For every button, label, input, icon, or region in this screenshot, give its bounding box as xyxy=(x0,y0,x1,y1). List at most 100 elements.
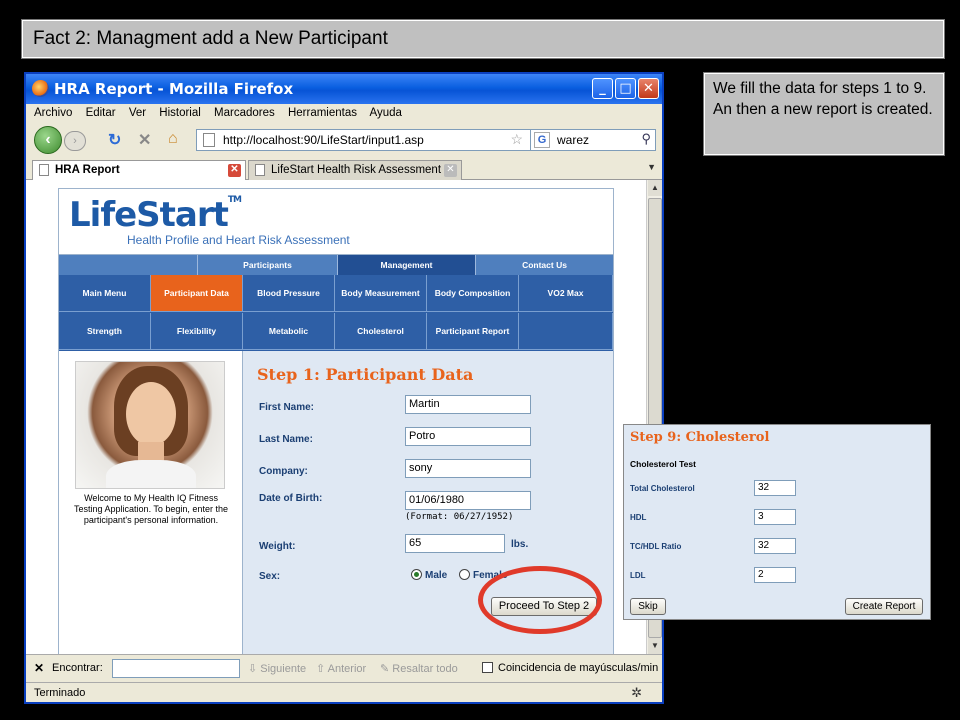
site-header: LifeStartTM Health Profile and Heart Ris… xyxy=(59,189,613,255)
annotation-note: We fill the data for steps 1 to 9. An th… xyxy=(703,72,945,156)
dob-label: Date of Birth: xyxy=(259,493,323,504)
weight-unit: lbs. xyxy=(511,539,529,550)
nav-participant-data[interactable]: Participant Data xyxy=(151,275,243,312)
dob-field[interactable]: 01/06/1980 xyxy=(405,491,531,510)
status-bar: Terminado ✲ xyxy=(26,682,662,702)
find-next-button[interactable]: ⇩ Siguiente xyxy=(248,662,306,675)
nav-blood-pressure[interactable]: Blood Pressure xyxy=(243,275,335,312)
close-tab-icon[interactable]: ✕ xyxy=(444,164,457,177)
search-engine-icon[interactable]: G xyxy=(534,132,550,148)
tab-label: HRA Report xyxy=(55,164,120,176)
tab-label: LifeStart Health Risk Assessment xyxy=(271,164,442,176)
step9-panel: Step 9: Cholesterol Cholesterol Test Tot… xyxy=(623,424,931,620)
menu-marcadores[interactable]: Marcadores xyxy=(214,107,275,119)
first-name-label: First Name: xyxy=(259,402,315,413)
nav-flexibility[interactable]: Flexibility xyxy=(151,313,243,350)
nav-main-menu[interactable]: Main Menu xyxy=(59,275,151,312)
weight-label: Weight: xyxy=(259,541,296,552)
tc-hdl-ratio-field[interactable]: 32 xyxy=(754,538,796,554)
company-label: Company: xyxy=(259,466,308,477)
tab-lifestart[interactable]: LifeStart Health Risk Assessment ✕ xyxy=(248,160,462,180)
url-text: http://localhost:90/LifeStart/input1.asp xyxy=(223,133,424,147)
ldl-field[interactable]: 2 xyxy=(754,567,796,583)
menu-historial[interactable]: Historial xyxy=(159,107,201,119)
bookmark-star-icon[interactable]: ☆ xyxy=(510,131,523,148)
total-cholesterol-field[interactable]: 32 xyxy=(754,480,796,496)
minimize-button[interactable]: _ xyxy=(592,78,613,99)
weight-field[interactable]: 65 xyxy=(405,534,505,553)
search-box[interactable]: G warez ⚲ xyxy=(530,129,656,151)
skip-button[interactable]: Skip xyxy=(630,598,666,615)
window-title: HRA Report - Mozilla Firefox xyxy=(54,80,294,98)
nav-metabolic[interactable]: Metabolic xyxy=(243,313,335,350)
find-label: Encontrar: xyxy=(52,662,103,674)
first-name-field[interactable]: Martin xyxy=(405,395,531,414)
stop-icon[interactable]: ✕ xyxy=(138,130,151,150)
home-icon[interactable]: ⌂ xyxy=(168,130,178,148)
nav-strength[interactable]: Strength xyxy=(59,313,151,350)
search-icon[interactable]: ⚲ xyxy=(641,131,651,147)
reload-icon[interactable]: ↻ xyxy=(108,130,121,150)
nav-participant-report[interactable]: Participant Report xyxy=(427,313,519,350)
nav-body-composition[interactable]: Body Composition xyxy=(427,275,519,312)
window-titlebar[interactable]: HRA Report - Mozilla Firefox _ □ ✕ xyxy=(26,74,662,104)
dob-format-hint: (Format: 06/27/1952) xyxy=(405,512,514,522)
nav-body-measurement[interactable]: Body Measurement xyxy=(335,275,427,312)
tab-hra-report[interactable]: HRA Report ✕ xyxy=(32,160,246,180)
tab-list-icon[interactable]: ▼ xyxy=(647,162,656,172)
menu-archivo[interactable]: Archivo xyxy=(34,107,72,119)
sex-male-radio[interactable] xyxy=(411,569,422,580)
hdl-field[interactable]: 3 xyxy=(754,509,796,525)
page-icon xyxy=(39,164,49,176)
close-find-icon[interactable]: ✕ xyxy=(34,661,44,675)
menu-herramientas[interactable]: Herramientas xyxy=(288,107,357,119)
url-bar[interactable]: http://localhost:90/LifeStart/input1.asp… xyxy=(196,129,546,151)
scroll-up-icon[interactable]: ▲ xyxy=(648,180,662,196)
last-name-label: Last Name: xyxy=(259,434,313,445)
match-case-checkbox[interactable] xyxy=(482,662,493,673)
top-nav: Participants Management Contact Us xyxy=(59,255,613,275)
main-nav: Main Menu Participant Data Blood Pressur… xyxy=(59,275,613,351)
highlight-all-button[interactable]: ✎ Resaltar todo xyxy=(380,662,458,675)
tab-bar: HRA Report ✕ LifeStart Health Risk Asses… xyxy=(26,158,662,180)
scroll-down-icon[interactable]: ▼ xyxy=(648,638,662,654)
search-value: warez xyxy=(557,133,590,147)
cholesterol-test-heading: Cholesterol Test xyxy=(630,459,696,469)
ldl-label: LDL xyxy=(630,571,646,580)
participant-photo xyxy=(75,361,225,489)
page-icon xyxy=(255,164,265,176)
tc-hdl-ratio-label: TC/HDL Ratio xyxy=(630,542,682,551)
slide-title: Fact 2: Managment add a New Participant xyxy=(21,19,945,59)
match-case-label: Coincidencia de mayúsculas/minúsculas xyxy=(498,662,658,674)
nav-vo2-max[interactable]: VO2 Max xyxy=(519,275,613,312)
last-name-field[interactable]: Potro xyxy=(405,427,531,446)
menu-ayuda[interactable]: Ayuda xyxy=(370,107,402,119)
close-tab-icon[interactable]: ✕ xyxy=(228,164,241,177)
sex-label: Sex: xyxy=(259,571,281,582)
topnav-blank xyxy=(59,255,197,275)
menu-editar[interactable]: Editar xyxy=(86,107,116,119)
highlight-circle xyxy=(478,566,602,634)
close-window-button[interactable]: ✕ xyxy=(638,78,659,99)
maximize-button[interactable]: □ xyxy=(615,78,636,99)
sex-female-radio[interactable] xyxy=(459,569,470,580)
firefox-logo-icon xyxy=(32,80,49,97)
topnav-contact-us[interactable]: Contact Us xyxy=(475,255,613,275)
forward-button[interactable]: › xyxy=(64,131,86,151)
menu-ver[interactable]: Ver xyxy=(129,107,146,119)
company-field[interactable]: sony xyxy=(405,459,531,478)
site-tagline: Health Profile and Heart Risk Assessment xyxy=(127,233,350,247)
welcome-text: Welcome to My Health IQ Fitness Testing … xyxy=(74,493,228,525)
left-column: Welcome to My Health IQ Fitness Testing … xyxy=(59,351,243,654)
menu-bar: Archivo Editar Ver Historial Marcadores … xyxy=(26,104,662,124)
find-previous-button[interactable]: ⇧ Anterior xyxy=(316,662,366,675)
back-button[interactable]: ‹ xyxy=(34,126,62,154)
topnav-management[interactable]: Management xyxy=(337,255,475,275)
find-bar: ✕ Encontrar: ⇩ Siguiente ⇧ Anterior ✎ Re… xyxy=(26,654,662,682)
nav-cholesterol[interactable]: Cholesterol xyxy=(335,313,427,350)
create-report-button[interactable]: Create Report xyxy=(845,598,923,615)
step9-title: Step 9: Cholesterol xyxy=(630,430,770,445)
find-input[interactable] xyxy=(112,659,240,678)
firebug-icon[interactable]: ✲ xyxy=(631,685,642,701)
topnav-participants[interactable]: Participants xyxy=(197,255,337,275)
